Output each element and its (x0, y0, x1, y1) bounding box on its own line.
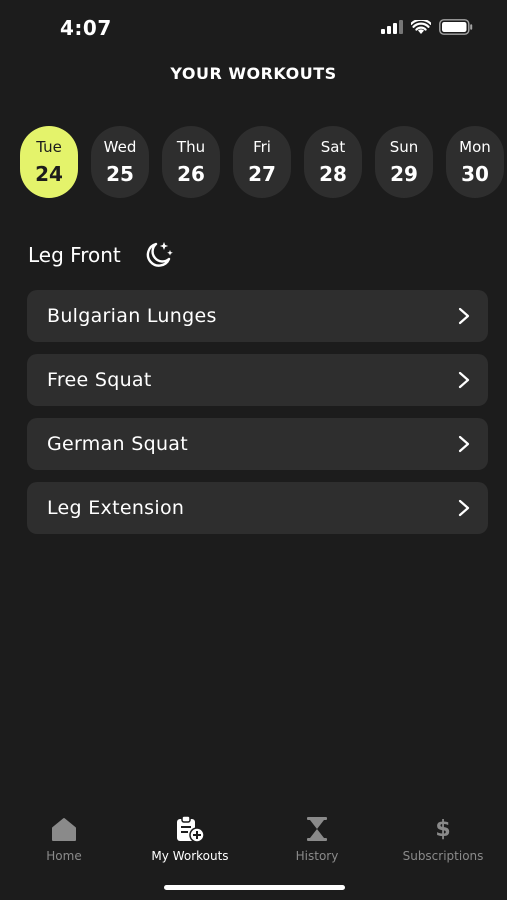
tab-home[interactable]: Home (4, 815, 124, 863)
day-pill-tue[interactable]: Tue 24 (20, 126, 78, 198)
day-name: Tue (36, 138, 62, 156)
battery-icon (439, 19, 473, 35)
home-icon (52, 818, 76, 841)
hourglass-icon (307, 817, 327, 841)
clipboard-plus-icon (177, 815, 205, 843)
workout-item-free-squat[interactable]: Free Squat (27, 354, 488, 406)
tab-bar: Home My Workouts History $ Subscriptions (0, 815, 507, 870)
workout-item-german-squat[interactable]: German Squat (27, 418, 488, 470)
day-number: 28 (319, 162, 347, 186)
day-number: 24 (35, 162, 63, 186)
workout-label: German Squat (47, 433, 188, 455)
day-pill-sun[interactable]: Sun 29 (375, 126, 433, 198)
day-pill-sat[interactable]: Sat 28 (304, 126, 362, 198)
chevron-right-icon (458, 307, 470, 325)
day-number: 29 (390, 162, 418, 186)
day-name: Fri (253, 138, 271, 156)
signal-icon (381, 20, 403, 34)
status-icons (381, 19, 473, 35)
day-name: Thu (176, 138, 206, 156)
moon-stars-icon (146, 242, 173, 267)
day-pill-mon[interactable]: Mon 30 (446, 126, 504, 198)
tab-label: Subscriptions (402, 849, 484, 863)
day-number: 26 (177, 162, 205, 186)
tab-subscriptions[interactable]: $ Subscriptions (383, 815, 503, 864)
day-name: Wed (103, 138, 137, 156)
workout-list: Bulgarian Lunges Free Squat German Squat… (27, 290, 488, 546)
workout-item-bulgarian-lunges[interactable]: Bulgarian Lunges (27, 290, 488, 342)
dollar-icon: $ (435, 816, 451, 842)
home-indicator (164, 885, 345, 890)
tab-my-workouts[interactable]: My Workouts (130, 815, 250, 863)
day-number: 30 (461, 162, 489, 186)
section-title: Leg Front (28, 243, 121, 267)
chevron-right-icon (458, 371, 470, 389)
workout-label: Free Squat (47, 369, 152, 391)
day-number: 27 (248, 162, 276, 186)
section-header: Leg Front (28, 240, 175, 270)
workout-label: Bulgarian Lunges (47, 305, 217, 327)
chevron-right-icon (458, 499, 470, 517)
tab-history[interactable]: History (257, 815, 377, 863)
day-name: Sun (389, 138, 419, 156)
workout-label: Leg Extension (47, 497, 185, 519)
workout-item-leg-extension[interactable]: Leg Extension (27, 482, 488, 534)
day-pill-fri[interactable]: Fri 27 (233, 126, 291, 198)
day-name: Sat (320, 138, 346, 156)
tab-label: History (295, 849, 339, 863)
day-pill-wed[interactable]: Wed 25 (91, 126, 149, 198)
chevron-right-icon (458, 435, 470, 453)
tab-label: Home (46, 849, 82, 863)
status-bar: 4:07 (0, 0, 507, 56)
page-title: YOUR WORKOUTS (170, 64, 337, 83)
tab-label: My Workouts (151, 849, 229, 863)
day-number: 25 (106, 162, 134, 186)
wifi-icon (411, 19, 431, 34)
day-pill-thu[interactable]: Thu 26 (162, 126, 220, 198)
day-selector: Tue 24 Wed 25 Thu 26 Fri 27 Sat 28 Sun 2… (20, 126, 504, 198)
day-name: Mon (459, 138, 491, 156)
status-time: 4:07 (60, 16, 112, 40)
